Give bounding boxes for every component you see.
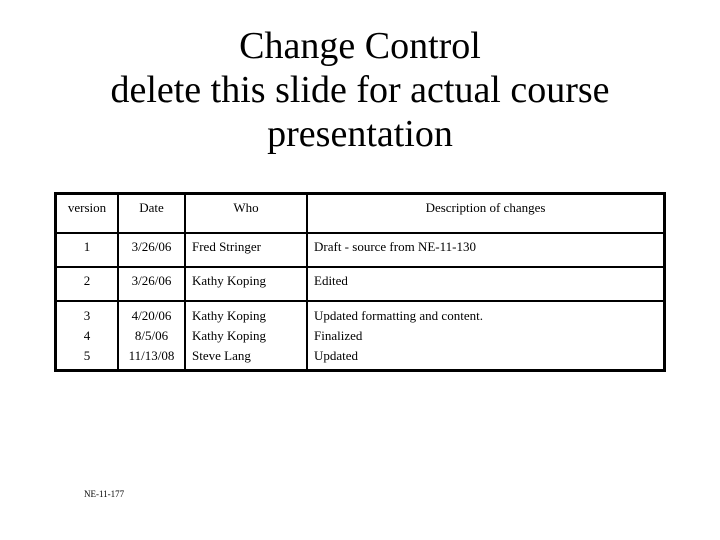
title-line: delete this slide for actual course	[110, 69, 610, 111]
version-cell: 1	[54, 232, 119, 268]
footer-course-code: NE-11-177	[84, 489, 125, 499]
date-cell: 3/26/06	[117, 232, 186, 268]
date-cell: 3/26/06	[117, 266, 186, 302]
who-cell: Kathy Koping	[184, 266, 308, 302]
who-value: Kathy Koping	[192, 308, 267, 323]
column-header-description: Description of changes	[306, 192, 666, 234]
table-row: 3 4 5 4/20/06 8/5/06 11/13/08 Kathy Kopi…	[54, 300, 666, 372]
date-value: 11/13/08	[128, 348, 175, 363]
title-line: presentation	[267, 113, 453, 155]
version-cell: 2	[54, 266, 119, 302]
version-value: 5	[83, 348, 91, 363]
change-control-table: version Date Who Description of changes …	[54, 192, 666, 372]
description-cell: Edited	[306, 266, 666, 302]
who-value: Fred Stringer	[192, 239, 261, 254]
who-cell: Kathy Koping Kathy Koping Steve Lang	[184, 300, 308, 372]
table-row: 2 3/26/06 Kathy Koping Edited	[54, 266, 666, 302]
column-header-who: Who	[184, 192, 308, 234]
version-value: 2	[83, 273, 91, 288]
version-value: 3	[83, 308, 91, 323]
column-header-date: Date	[117, 192, 186, 234]
date-value: 3/26/06	[131, 273, 172, 288]
description-cell: Draft - source from NE-11-130	[306, 232, 666, 268]
table-header-row: version Date Who Description of changes	[54, 192, 666, 234]
table-row: 1 3/26/06 Fred Stringer Draft - source f…	[54, 232, 666, 268]
description-value: Updated formatting and content.	[314, 308, 483, 323]
title-line: Change Control	[239, 25, 481, 67]
date-cell: 4/20/06 8/5/06 11/13/08	[117, 300, 186, 372]
date-value: 4/20/06	[131, 308, 172, 323]
who-value: Kathy Koping	[192, 328, 267, 343]
date-value: 8/5/06	[134, 328, 169, 343]
version-value: 1	[83, 239, 91, 254]
who-value: Steve Lang	[192, 348, 251, 363]
description-value: Edited	[314, 273, 348, 288]
who-cell: Fred Stringer	[184, 232, 308, 268]
who-value: Kathy Koping	[192, 273, 267, 288]
column-header-version: version	[54, 192, 119, 234]
description-value: Updated	[314, 348, 359, 363]
description-value: Draft - source from NE-11-130	[314, 239, 476, 254]
version-value: 4	[83, 328, 91, 343]
description-cell: Updated formatting and content. Finalize…	[306, 300, 666, 372]
description-value: Finalized	[314, 328, 363, 343]
slide-title: Change Control delete this slide for act…	[0, 24, 720, 156]
date-value: 3/26/06	[131, 239, 172, 254]
version-cell: 3 4 5	[54, 300, 119, 372]
